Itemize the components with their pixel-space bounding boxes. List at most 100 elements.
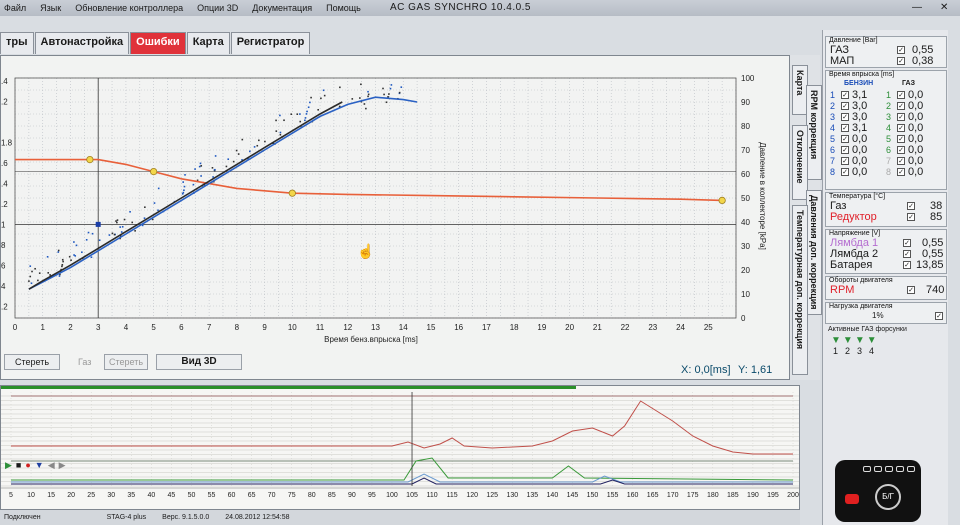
left-tick-label: 8 (1, 241, 6, 250)
scatter-point (214, 155, 217, 157)
scatter-point (182, 191, 185, 194)
progress-bar (1, 386, 576, 389)
scatter-point (30, 282, 33, 285)
load-checkbox[interactable]: ✓ (935, 311, 943, 320)
battery-checkbox[interactable]: ✓ (903, 260, 911, 269)
scatter-point (200, 165, 203, 167)
scatter-point (400, 86, 403, 88)
side-tab-deviation[interactable]: Отклонение (792, 125, 808, 200)
minimize-button[interactable]: — (912, 2, 922, 13)
filter-icon[interactable]: ▼ (35, 460, 44, 471)
temp-reducer-checkbox[interactable]: ✓ (907, 212, 915, 221)
scatter-point (305, 113, 308, 115)
menu-language[interactable]: Язык (40, 3, 61, 13)
left-tick-label: .6 (1, 159, 8, 168)
clear-button[interactable]: Стереть (4, 354, 60, 370)
gas-checkbox[interactable]: ✓ (897, 134, 905, 143)
x-tick-label: 19 (537, 323, 546, 332)
battery-value: 13,85 (916, 258, 944, 271)
trace-line (11, 473, 793, 483)
gas-injector-index: 1 (886, 89, 892, 100)
menu-bar: Файл Язык Обновление контроллера Опции 3… (0, 3, 361, 13)
led-icon (907, 466, 915, 472)
petrol-checkbox[interactable]: ✓ (841, 167, 849, 176)
gas-checkbox[interactable]: ✓ (897, 123, 905, 132)
scatter-point (363, 103, 366, 105)
time-tick-label: 60 (228, 492, 236, 499)
gas-checkbox[interactable]: ✓ (897, 156, 905, 165)
scatter-point (74, 255, 77, 257)
tab-autocalibration[interactable]: Автонастройка (34, 32, 130, 54)
time-tick-label: 50 (188, 492, 196, 499)
tab-errors[interactable]: Ошибки (130, 32, 186, 54)
petrol-checkbox[interactable]: ✓ (841, 145, 849, 154)
map-chart[interactable]: 0 1 2 3 4 5 6 7 8 9 10 11 12 13 14 15 16 17 18 19 20 21 22 23 24… (0, 55, 790, 380)
gas-checkbox[interactable]: ✓ (897, 101, 905, 110)
temp-gas-checkbox[interactable]: ✓ (907, 201, 915, 210)
scatter-point (90, 256, 93, 259)
voltage-group: Напряжение [V] Лямбда 1 ✓ 0,55 Лямбда 2 ✓ 0,… (825, 229, 947, 274)
time-tick-label: 110 (426, 492, 437, 499)
menu-file[interactable]: Файл (4, 3, 26, 13)
time-tick-label: 45 (168, 492, 176, 499)
menu-docs[interactable]: Документация (252, 3, 312, 13)
gas-checkbox[interactable]: ✓ (897, 112, 905, 121)
left-tick-label: 1.8 (1, 139, 13, 148)
x-tick-label: 13 (371, 323, 380, 332)
injection-row: 5 ✓ 0,0 5 ✓ 0,0 (826, 133, 946, 145)
close-button[interactable]: ✕ (940, 2, 948, 13)
lambda1-checkbox[interactable]: ✓ (903, 238, 911, 247)
menu-3d-options[interactable]: Опции 3D (197, 3, 238, 13)
side-tab-pressure-corr[interactable]: Давления доп. коррекция (806, 190, 822, 315)
switch-button[interactable]: Б/Г (875, 484, 901, 510)
petrol-checkbox[interactable]: ✓ (841, 134, 849, 143)
pressure-map-checkbox[interactable]: ✓ (897, 56, 905, 65)
temp-reducer-label: Редуктор (830, 210, 877, 223)
play-icon[interactable]: ▶ (5, 460, 12, 471)
injector-index: 1 (830, 89, 836, 100)
side-tab-temp-corr[interactable]: Температурная доп. коррекция (792, 205, 808, 375)
injector-icon: ▼ (854, 335, 865, 346)
petrol-checkbox[interactable]: ✓ (841, 112, 849, 121)
record-icon[interactable]: ● (25, 460, 30, 471)
clear-gas-button[interactable]: Стереть (104, 354, 148, 370)
gas-checkbox[interactable]: ✓ (897, 90, 905, 99)
time-tick-label: 15 (47, 492, 55, 499)
prev-icon[interactable]: ◀ (48, 460, 55, 471)
petrol-checkbox[interactable]: ✓ (841, 101, 849, 110)
tab-params[interactable]: тры (0, 32, 34, 54)
menu-help[interactable]: Помощь (326, 3, 361, 13)
chart-controls: Стереть Газ Стереть Вид 3D X: 0,0[ms] Y:… (0, 352, 790, 376)
pressure-gas-checkbox[interactable]: ✓ (897, 45, 905, 54)
scatter-point (290, 113, 293, 115)
next-icon[interactable]: ▶ (59, 460, 66, 471)
menu-update[interactable]: Обновление контроллера (75, 3, 183, 13)
right-tick-label: 60 (741, 170, 750, 179)
time-tick-label: 115 (447, 492, 458, 499)
side-tab-rpm[interactable]: RPM коррекция (806, 85, 822, 180)
tab-recorder[interactable]: Регистратор (230, 32, 311, 54)
petrol-checkbox[interactable]: ✓ (841, 123, 849, 132)
scatter-point (98, 239, 101, 242)
petrol-checkbox[interactable]: ✓ (841, 156, 849, 165)
scatter-point (309, 101, 311, 104)
x-readout: X: 0,0[ms] (681, 364, 731, 376)
scatter-point (134, 230, 136, 232)
time-tick-label: 160 (627, 492, 639, 499)
x-tick-label: 9 (262, 323, 267, 332)
gas-checkbox[interactable]: ✓ (897, 167, 905, 176)
petrol-checkbox[interactable]: ✓ (841, 90, 849, 99)
stop-icon[interactable]: ■ (16, 460, 21, 471)
gas-checkbox[interactable]: ✓ (897, 145, 905, 154)
view-3d-button[interactable]: Вид 3D (156, 354, 242, 370)
lambda2-checkbox[interactable]: ✓ (903, 249, 911, 258)
tab-map[interactable]: Карта (186, 32, 230, 54)
scatter-point (211, 167, 214, 169)
rpm-checkbox[interactable]: ✓ (907, 285, 915, 294)
injector-index: 2 (830, 100, 836, 111)
scatter-point (367, 95, 369, 98)
scatter-point (398, 91, 401, 94)
injector-index: 6 (830, 144, 836, 155)
scatter-point (73, 241, 75, 243)
fuel-switch[interactable]: Б/Г (835, 460, 921, 522)
